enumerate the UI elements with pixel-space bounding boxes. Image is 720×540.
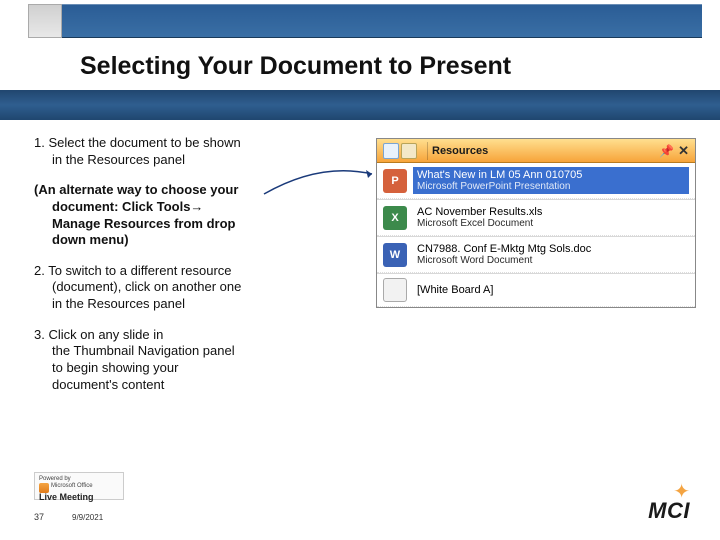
alternate-instructions: (An alternate way to choose your documen… xyxy=(34,182,364,249)
whiteboard-icon xyxy=(383,278,407,302)
step-2: 2. To switch to a different resource (do… xyxy=(34,263,364,313)
decorative-top-bar xyxy=(62,4,702,38)
badge-line: Microsoft Office xyxy=(51,483,93,490)
alt-text: (An alternate way to choose your xyxy=(34,182,238,197)
powerpoint-icon: P xyxy=(383,169,407,193)
resource-item[interactable]: W CN7988. Conf E-Mktg Mtg Sols.doc Micro… xyxy=(377,237,695,273)
step-text: in the Resources panel xyxy=(34,296,364,313)
word-icon: W xyxy=(383,243,407,267)
excel-icon: X xyxy=(383,206,407,230)
separator xyxy=(427,142,428,160)
step-number: 1. xyxy=(34,135,48,150)
resources-list: P What's New in LM 05 Ann 010705 Microso… xyxy=(377,163,695,307)
resource-type: Microsoft PowerPoint Presentation xyxy=(417,181,685,192)
step-3: 3. Click on any slide in the Thumbnail N… xyxy=(34,327,364,394)
step-1: 1. Select the document to be shown in th… xyxy=(34,135,364,168)
alt-text: Manage Resources from drop xyxy=(34,216,364,233)
step-number: 3. xyxy=(34,327,48,342)
step-text: To switch to a different resource xyxy=(48,263,231,278)
step-text: Click on any slide in xyxy=(48,327,163,342)
panel-title: Resources xyxy=(432,145,659,157)
resource-name: [White Board A] xyxy=(417,284,685,296)
resource-item-selected[interactable]: P What's New in LM 05 Ann 010705 Microso… xyxy=(377,163,695,199)
alt-text: down menu) xyxy=(34,232,364,249)
step-number: 2. xyxy=(34,263,48,278)
pin-icon[interactable]: 📌 xyxy=(659,144,674,158)
resource-item[interactable]: [White Board A] xyxy=(377,274,695,307)
instruction-text-block: 1. Select the document to be shown in th… xyxy=(34,135,364,407)
step-text: (document), click on another one xyxy=(34,279,364,296)
resource-name: CN7988. Conf E-Mktg Mtg Sols.doc xyxy=(417,243,685,255)
step-text: Select the document to be shown xyxy=(48,135,240,150)
decorative-tile xyxy=(28,4,62,38)
resource-name: What's New in LM 05 Ann 010705 xyxy=(417,169,685,181)
step-text: to begin showing your xyxy=(34,360,364,377)
badge-name: Live Meeting xyxy=(39,493,119,503)
resource-name: AC November Results.xls xyxy=(417,206,685,218)
panel-doc-icon xyxy=(401,143,417,159)
step-text: the Thumbnail Navigation panel xyxy=(34,343,364,360)
page-title: Selecting Your Document to Present xyxy=(80,52,511,81)
page-date: 9/9/2021 xyxy=(72,513,103,522)
resources-panel-header: Resources 📌 ✕ xyxy=(377,139,695,163)
resource-type: Microsoft Excel Document xyxy=(417,218,685,229)
live-meeting-badge: Powered by Microsoft Office Live Meeting xyxy=(34,472,124,500)
step-text: in the Resources panel xyxy=(34,152,364,169)
resource-type: Microsoft Word Document xyxy=(417,255,685,266)
mci-logo: MCI xyxy=(648,498,690,524)
alt-text: document: Click Tools→ xyxy=(34,199,364,216)
close-icon[interactable]: ✕ xyxy=(678,143,689,159)
resource-item[interactable]: X AC November Results.xls Microsoft Exce… xyxy=(377,200,695,236)
resources-panel: Resources 📌 ✕ P What's New in LM 05 Ann … xyxy=(376,138,696,308)
page-number: 37 xyxy=(34,512,44,522)
step-text: document's content xyxy=(34,377,364,394)
panel-app-icon xyxy=(383,143,399,159)
badge-line: Powered by xyxy=(39,476,119,483)
decorative-blue-band xyxy=(0,90,720,120)
